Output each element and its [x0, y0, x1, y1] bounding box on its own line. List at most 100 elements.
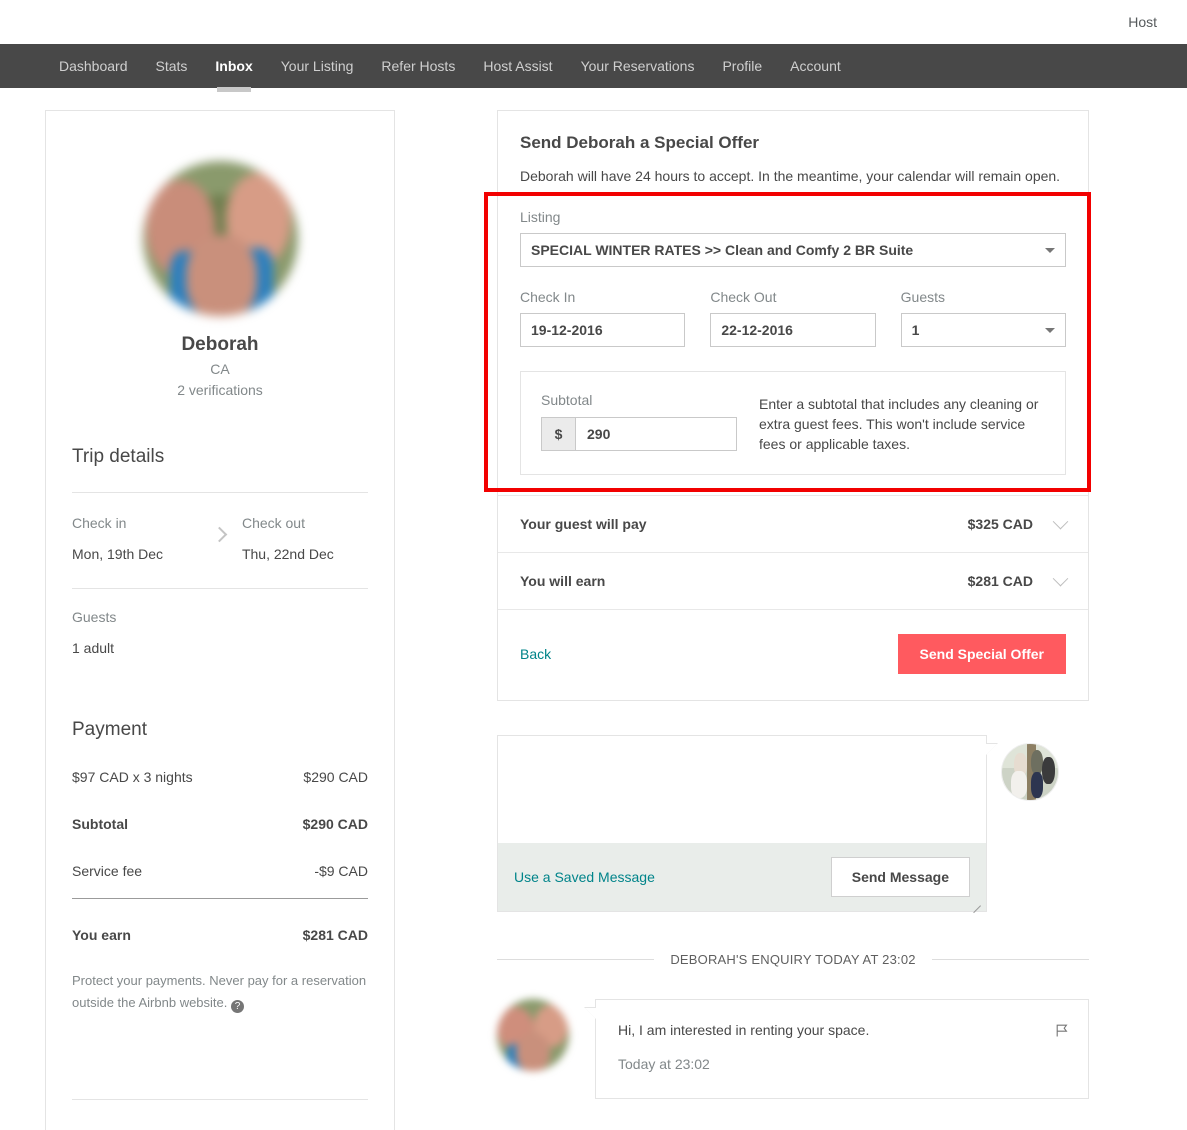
payment-total-label: You earn: [72, 925, 131, 946]
payment-row-nights-amount: $290 CAD: [284, 767, 368, 788]
offer-action-row: Back Send Special Offer: [498, 609, 1088, 700]
chevron-down-icon[interactable]: [1053, 514, 1069, 530]
subtotal-help-text: Enter a subtotal that includes any clean…: [759, 392, 1045, 455]
offer-check-out-label: Check Out: [710, 289, 875, 305]
avatar-container: [72, 161, 368, 316]
check-out-input-value: 22-12-2016: [721, 322, 793, 338]
date-arrow-container: [198, 515, 242, 540]
summary-row-you-earn[interactable]: You will earn $281 CAD: [498, 552, 1088, 609]
chevron-down-icon[interactable]: [1053, 571, 1069, 587]
payment-row-subtotal-label: Subtotal: [72, 814, 128, 835]
guests-select-value: 1: [912, 322, 920, 338]
use-saved-message-link[interactable]: Use a Saved Message: [514, 869, 655, 885]
message-text: Hi, I am interested in renting your spac…: [618, 1022, 1066, 1038]
subtotal-input-value[interactable]: 290: [576, 418, 736, 450]
payment-row-service-fee: Service fee -$9 CAD: [72, 861, 368, 882]
payment-total-amount: $281 CAD: [284, 925, 368, 946]
check-out-label: Check out: [242, 515, 368, 531]
host-avatar[interactable]: [1001, 743, 1059, 801]
help-question-icon[interactable]: ?: [231, 1000, 244, 1013]
guests-select[interactable]: 1: [901, 313, 1066, 347]
summary-guest-pays-label: Your guest will pay: [520, 516, 647, 532]
message-compose-footer: Use a Saved Message Send Message: [498, 843, 986, 911]
main-column: Send Deborah a Special Offer Deborah wil…: [497, 110, 1089, 1099]
listing-field: Listing SPECIAL WINTER RATES >> Clean an…: [520, 209, 1066, 267]
check-in-value: Mon, 19th Dec: [72, 544, 198, 566]
guest-name: Deborah: [72, 334, 368, 356]
summary-guest-pays-amount: $325 CAD: [968, 516, 1033, 532]
check-in-column: Check in Mon, 19th Dec: [72, 515, 198, 566]
guests-field: Guests 1: [901, 289, 1066, 347]
listing-select-value: SPECIAL WINTER RATES >> Clean and Comfy …: [531, 242, 913, 258]
guest-details-sidebar: Deborah CA 2 verifications Trip details …: [45, 110, 395, 1130]
nav-item-your-reservations[interactable]: Your Reservations: [567, 44, 709, 88]
special-offer-form: Listing SPECIAL WINTER RATES >> Clean an…: [498, 187, 1088, 476]
summary-you-earn-amount: $281 CAD: [968, 573, 1033, 589]
send-special-offer-button[interactable]: Send Special Offer: [898, 634, 1066, 674]
sidebar-guests-label: Guests: [72, 609, 368, 625]
guest-avatar[interactable]: [143, 161, 298, 316]
summary-row-guest-pays[interactable]: Your guest will pay $325 CAD: [498, 495, 1088, 552]
currency-symbol-icon: $: [542, 418, 576, 450]
host-mode-label[interactable]: Host: [1128, 14, 1157, 30]
listing-select[interactable]: SPECIAL WINTER RATES >> Clean and Comfy …: [520, 233, 1066, 267]
guest-verifications: 2 verifications: [72, 382, 368, 398]
special-offer-card: Send Deborah a Special Offer Deborah wil…: [497, 110, 1089, 701]
form-spacer: [498, 475, 1088, 495]
payment-row-nights: $97 CAD x 3 nights $290 CAD: [72, 767, 368, 788]
summary-you-earn-label: You will earn: [520, 573, 605, 589]
divider-line-right: [932, 959, 1089, 960]
thread-message: Hi, I am interested in renting your spac…: [497, 999, 1089, 1099]
payment-row-subtotal: Subtotal $290 CAD: [72, 814, 368, 835]
back-link[interactable]: Back: [520, 646, 551, 662]
check-out-field: Check Out 22-12-2016: [710, 289, 875, 347]
send-message-button[interactable]: Send Message: [831, 857, 970, 897]
textarea-resize-handle[interactable]: [971, 896, 981, 906]
special-offer-subtitle: Deborah will have 24 hours to accept. In…: [520, 167, 1066, 187]
check-in-field: Check In 19-12-2016: [520, 289, 685, 347]
subtotal-label: Subtotal: [541, 392, 737, 408]
subtotal-field: Subtotal $ 290: [541, 392, 737, 451]
trip-details-heading: Trip details: [72, 446, 368, 468]
payment-protection-text: Protect your payments. Never pay for a r…: [72, 973, 366, 1009]
subtotal-panel: Subtotal $ 290 Enter a subtotal that inc…: [520, 371, 1066, 476]
sidebar-guests-value: 1 adult: [72, 638, 368, 660]
nav-item-host-assist[interactable]: Host Assist: [469, 44, 566, 88]
chevron-right-icon: [212, 527, 228, 543]
enquiry-divider-text: DEBORAH'S ENQUIRY TODAY AT 23:02: [654, 952, 931, 967]
enquiry-divider: DEBORAH'S ENQUIRY TODAY AT 23:02: [497, 952, 1089, 967]
payment-row-service-fee-label: Service fee: [72, 861, 142, 882]
offer-check-in-label: Check In: [520, 289, 685, 305]
check-out-input[interactable]: 22-12-2016: [710, 313, 875, 347]
message-compose-wrapper: Use a Saved Message Send Message: [497, 735, 1089, 912]
flag-icon[interactable]: [1054, 1022, 1070, 1038]
message-sender-avatar[interactable]: [497, 999, 569, 1071]
payment-row-subtotal-amount: $290 CAD: [284, 814, 368, 835]
payment-row-service-fee-amount: -$9 CAD: [284, 861, 368, 882]
message-compose-box: Use a Saved Message Send Message: [497, 735, 987, 912]
check-in-input[interactable]: 19-12-2016: [520, 313, 685, 347]
nav-item-refer-hosts[interactable]: Refer Hosts: [367, 44, 469, 88]
chevron-down-icon: [1045, 328, 1055, 333]
subtotal-input-group[interactable]: $ 290: [541, 417, 737, 451]
nav-item-dashboard[interactable]: Dashboard: [45, 44, 142, 88]
check-in-input-value: 19-12-2016: [531, 322, 603, 338]
guests-block: Guests 1 adult: [72, 589, 368, 672]
offer-guests-label: Guests: [901, 289, 1066, 305]
special-offer-header: Send Deborah a Special Offer Deborah wil…: [498, 111, 1088, 187]
nav-item-stats[interactable]: Stats: [142, 44, 202, 88]
payment-protection-note: Protect your payments. Never pay for a r…: [72, 970, 368, 1013]
trip-dates-row: Check in Mon, 19th Dec Check out Thu, 22…: [72, 493, 368, 588]
nav-item-profile[interactable]: Profile: [708, 44, 776, 88]
message-timestamp: Today at 23:02: [618, 1056, 1066, 1072]
check-in-label: Check in: [72, 515, 198, 531]
payment-total-row: You earn $281 CAD: [72, 925, 368, 946]
nav-item-account[interactable]: Account: [776, 44, 855, 88]
nav-item-your-listing[interactable]: Your Listing: [267, 44, 368, 88]
nav-item-inbox[interactable]: Inbox: [201, 44, 266, 88]
check-out-value: Thu, 22nd Dec: [242, 544, 368, 566]
message-textarea[interactable]: [498, 736, 986, 843]
guest-location: CA: [72, 361, 368, 377]
summary-guest-pays-right: $325 CAD: [968, 516, 1066, 532]
summary-you-earn-right: $281 CAD: [968, 573, 1066, 589]
